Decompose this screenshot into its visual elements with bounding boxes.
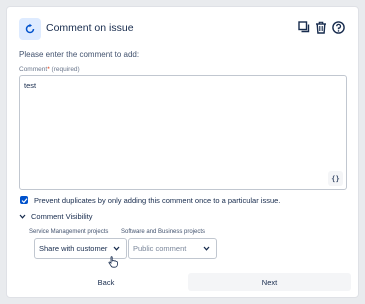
checkmark-icon [21,197,27,203]
required-asterisk: * [47,66,50,73]
code-braces-button[interactable]: {} [328,171,343,186]
copy-icon[interactable] [295,18,313,36]
hand-cursor-icon [108,256,118,268]
prevent-duplicates-label: Prevent duplicates by only adding this c… [34,196,281,205]
software-visibility-select[interactable]: Public comment [128,238,217,259]
chevron-down-icon [113,246,120,251]
comment-value: test [24,81,37,90]
service-projects-label: Service Management projects [29,229,109,235]
back-button[interactable]: Back [35,273,177,291]
trash-icon[interactable] [312,18,330,36]
software-visibility-placeholder: Public comment [133,244,187,253]
next-button[interactable]: Next [188,273,351,291]
form-prompt: Please enter the comment to add: [19,50,140,59]
help-icon[interactable] [329,18,347,36]
comment-label: Comment* (required) [19,66,80,73]
comment-visibility-label: Comment Visibility [31,212,93,221]
action-icon-badge [19,18,41,40]
comment-dialog: Comment on issue Please enter the commen… [6,6,359,298]
comment-visibility-toggle[interactable]: Comment Visibility [19,212,93,221]
comment-textarea[interactable]: test {} [19,75,347,190]
chevron-down-icon [19,214,26,219]
chevron-down-icon [203,246,210,251]
software-projects-label: Software and Business projects [121,229,206,235]
rotate-arrow-icon [25,23,35,34]
service-visibility-value: Share with customer [39,244,108,253]
dialog-title: Comment on issue [46,22,134,34]
prevent-duplicates-checkbox[interactable] [20,196,28,204]
